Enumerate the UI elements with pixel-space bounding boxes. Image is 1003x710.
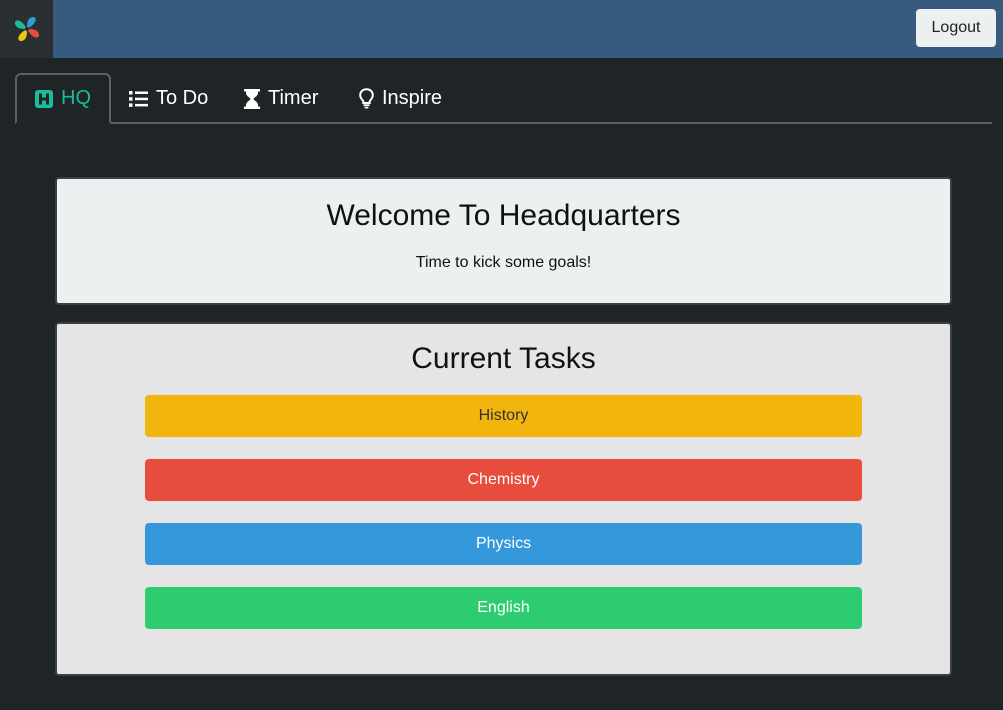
tab-hq[interactable]: HQ	[15, 73, 111, 124]
list-icon	[129, 90, 148, 107]
tab-timer-label: Timer	[268, 87, 319, 109]
tab-todo[interactable]: To Do	[129, 73, 208, 124]
flower-pinwheel-logo-icon	[14, 16, 39, 42]
welcome-card: Welcome To Headquarters Time to kick som…	[55, 177, 952, 305]
logout-button[interactable]: Logout	[916, 9, 996, 47]
tab-inspire-label: Inspire	[382, 87, 443, 109]
tab-hq-label: HQ	[61, 87, 91, 109]
hourglass-icon	[244, 88, 260, 109]
main-tabs: HQ To Do Timer Inspire	[15, 73, 992, 124]
current-tasks-title: Current Tasks	[411, 342, 596, 375]
tab-timer[interactable]: Timer	[244, 73, 318, 124]
welcome-title: Welcome To Headquarters	[326, 199, 681, 232]
tab-inspire[interactable]: Inspire	[359, 73, 442, 124]
task-button-chemistry[interactable]: Chemistry	[145, 459, 862, 501]
app-logo[interactable]	[0, 0, 53, 58]
top-navbar: Logout	[0, 0, 1003, 58]
lightbulb-icon	[359, 88, 374, 109]
task-button-english[interactable]: English	[145, 587, 862, 629]
tab-todo-label: To Do	[156, 87, 209, 109]
current-tasks-card: Current Tasks History Chemistry Physics …	[55, 322, 952, 676]
h-square-icon	[35, 89, 53, 108]
welcome-subtitle: Time to kick some goals!	[415, 254, 592, 271]
task-button-history[interactable]: History	[145, 395, 862, 437]
task-button-physics[interactable]: Physics	[145, 523, 862, 565]
